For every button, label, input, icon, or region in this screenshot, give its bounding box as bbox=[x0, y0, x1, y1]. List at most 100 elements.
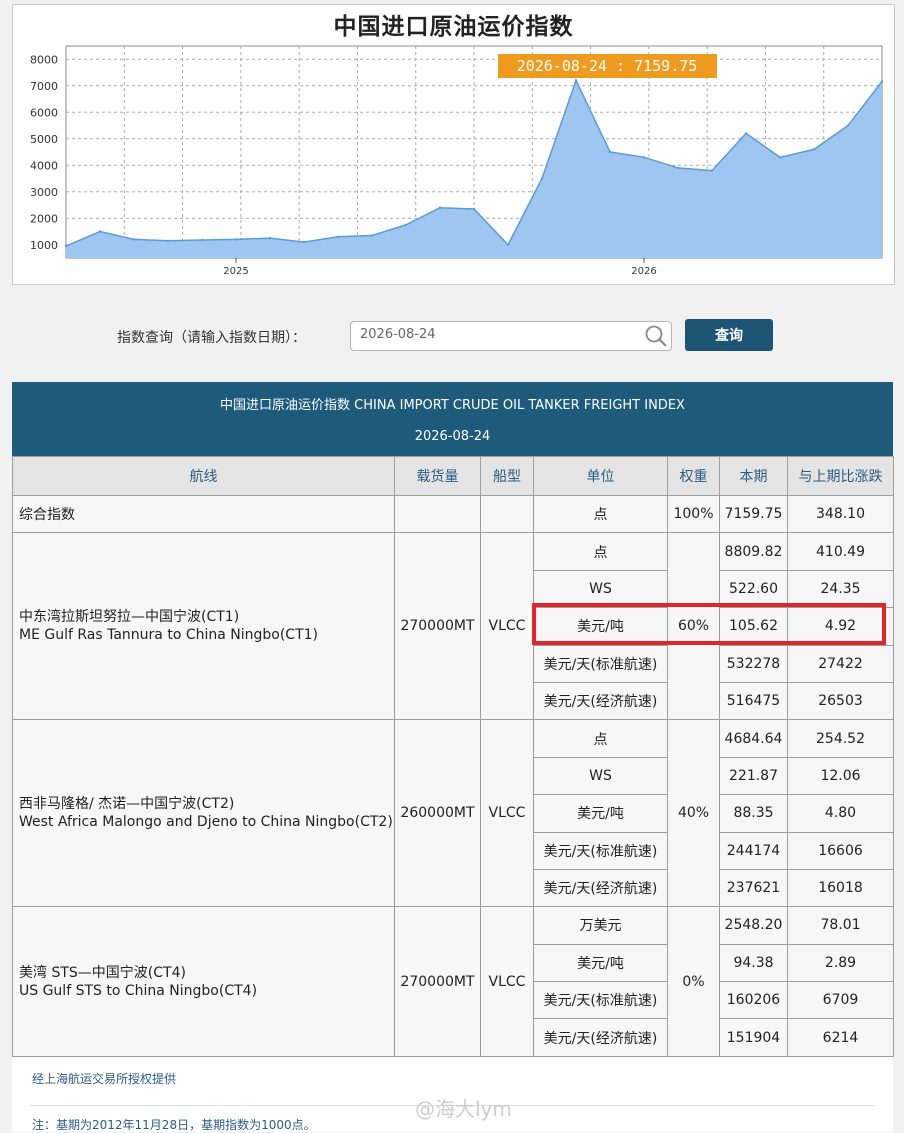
empty-cell bbox=[480, 494, 534, 534]
unit-cell: 美元/天(标准航速) bbox=[533, 981, 668, 1020]
route-name-cn: 西非马隆格/ 杰诺—中国宁波(CT2) bbox=[19, 796, 235, 813]
y-tick-label: 6000 bbox=[30, 106, 58, 119]
route-name-en: ME Gulf Ras Tannura to China Ningbo(CT1) bbox=[19, 627, 319, 644]
change-cell: 78.01 bbox=[787, 906, 894, 945]
unit-cell: 美元/天(标准航速) bbox=[533, 831, 668, 870]
current-cell: 151904 bbox=[719, 1018, 788, 1057]
data-point bbox=[846, 124, 850, 127]
change-cell: 16018 bbox=[787, 868, 894, 908]
current-cell: 88.35 bbox=[719, 794, 788, 833]
data-point bbox=[744, 132, 748, 135]
current-cell: 94.38 bbox=[719, 943, 788, 983]
route-cell: 西非马隆格/ 杰诺—中国宁波(CT2) West Africa Malongo a… bbox=[12, 719, 395, 908]
change-cell: 348.10 bbox=[787, 494, 894, 534]
base-note: 注：基期为2012年11月28日，基期指数为1000点。 bbox=[32, 1118, 316, 1132]
data-point bbox=[676, 166, 680, 170]
change-cell: 27422 bbox=[787, 644, 894, 683]
data-point bbox=[200, 238, 204, 242]
source-note: 经上海航运交易所授权提供 bbox=[32, 1072, 177, 1086]
unit-cell: WS bbox=[533, 756, 668, 796]
watermark: @海大lym bbox=[415, 1097, 512, 1121]
current-cell: 237621 bbox=[719, 868, 788, 908]
current-cell: 7159.75 bbox=[719, 494, 788, 534]
table-date: 2026-08-24 bbox=[414, 429, 491, 444]
table-row: 西非马隆格/ 杰诺—中国宁波(CT2) West Africa Malongo a… bbox=[12, 719, 894, 908]
data-point bbox=[370, 234, 374, 237]
data-point bbox=[812, 148, 816, 151]
data-point bbox=[880, 80, 884, 83]
y-tick-label: 2000 bbox=[30, 212, 58, 225]
unit-cell: 美元/天(经济航速) bbox=[533, 681, 668, 721]
ship-cell: VLCC bbox=[480, 906, 534, 1057]
data-point bbox=[438, 206, 442, 209]
unit-cell: 美元/天(经济航速) bbox=[533, 868, 668, 908]
route-cell: 美湾 STS—中国宁波(CT4) US Gulf STS to China Nin… bbox=[12, 906, 395, 1057]
data-point bbox=[64, 244, 68, 248]
data-point bbox=[166, 239, 170, 242]
unit-cell: 美元/天(标准航速) bbox=[533, 644, 668, 683]
date-search-box[interactable] bbox=[350, 321, 672, 351]
table-row: 中东湾拉斯坦努拉—中国宁波(CT1) ME Gulf Ras Tannura to… bbox=[12, 532, 894, 721]
change-cell: 12.06 bbox=[787, 756, 894, 796]
current-cell: 532278 bbox=[719, 644, 788, 683]
ship-cell: VLCC bbox=[480, 719, 534, 908]
col-capacity: 载货量 bbox=[394, 456, 481, 496]
table-header: 中国进口原油运价指数 CHINA IMPORT CRUDE OIL TANKER… bbox=[12, 382, 893, 456]
tooltip-text: 2026-08-24 : 7159.75 bbox=[517, 57, 698, 75]
change-cell: 254.52 bbox=[787, 719, 894, 758]
col-unit: 单位 bbox=[533, 456, 668, 496]
change-cell: 16606 bbox=[787, 831, 894, 870]
search-label: 指数查询（请输入指数日期）： bbox=[117, 330, 306, 346]
x-tick-label: 2025 bbox=[223, 266, 248, 277]
col-ship: 船型 bbox=[480, 456, 534, 496]
freight-index-table: 中国进口原油运价指数 CHINA IMPORT CRUDE OIL TANKER… bbox=[12, 382, 894, 1082]
route-name-cn: 中东湾拉斯坦努拉—中国宁波(CT1) bbox=[19, 609, 240, 626]
unit-cell: 点 bbox=[533, 719, 668, 758]
y-tick-label: 4000 bbox=[30, 159, 58, 172]
weight-cell: 100% bbox=[667, 494, 720, 534]
index-chart: 1000 2000 3000 4000 5000 6000 7000 8000 2025 2026… bbox=[30, 45, 884, 277]
route-name-cn: 美湾 STS—中国宁波(CT4) bbox=[19, 964, 186, 981]
index-grid: 航线 载货量 船型 单位 权重 本期 与上期比涨跌 综合指数 点 100% 71… bbox=[12, 456, 894, 1057]
y-tick-label: 1000 bbox=[30, 239, 58, 252]
data-point bbox=[608, 150, 612, 154]
highlight-box bbox=[532, 603, 886, 645]
data-point bbox=[540, 177, 544, 180]
data-point bbox=[234, 238, 238, 241]
current-cell: 221.87 bbox=[719, 756, 788, 796]
change-cell: 6709 bbox=[787, 981, 894, 1020]
weight-cell: 0% bbox=[667, 906, 720, 1057]
query-button[interactable]: 查询 bbox=[685, 319, 773, 351]
col-change: 与上期比涨跌 bbox=[787, 456, 894, 496]
route-name-en: US Gulf STS to China Ningbo(CT4) bbox=[19, 982, 258, 999]
data-point bbox=[336, 235, 340, 238]
search-icon[interactable] bbox=[644, 324, 668, 348]
weight-cell: 40% bbox=[667, 719, 720, 908]
unit-cell: 美元/吨 bbox=[533, 943, 668, 983]
y-tick-label: 5000 bbox=[30, 133, 58, 146]
chart-title: 中国进口原油运价指数 bbox=[333, 14, 574, 40]
table-row: 综合指数 点 100% 7159.75 348.10 bbox=[12, 494, 894, 534]
capacity-cell: 260000MT bbox=[394, 719, 481, 908]
col-route: 航线 bbox=[12, 456, 395, 496]
date-input[interactable] bbox=[360, 327, 630, 342]
current-cell: 160206 bbox=[719, 981, 788, 1020]
data-point bbox=[268, 236, 272, 240]
change-cell: 2.89 bbox=[787, 943, 894, 983]
current-cell: 516475 bbox=[719, 681, 788, 721]
data-point bbox=[302, 240, 306, 244]
data-point bbox=[506, 243, 510, 246]
y-tick-label: 7000 bbox=[30, 80, 58, 93]
x-tick-label: 2026 bbox=[631, 266, 656, 277]
data-point bbox=[132, 238, 136, 241]
capacity-cell: 270000MT bbox=[394, 906, 481, 1057]
ship-cell: VLCC bbox=[480, 532, 534, 721]
search-row: 指数查询（请输入指数日期）： 查询 bbox=[0, 318, 904, 354]
empty-cell bbox=[394, 494, 481, 534]
data-point bbox=[642, 156, 646, 159]
change-cell: 410.49 bbox=[787, 532, 894, 571]
capacity-cell: 270000MT bbox=[394, 532, 481, 721]
route-cell: 中东湾拉斯坦努拉—中国宁波(CT1) ME Gulf Ras Tannura to… bbox=[12, 532, 395, 721]
header-row: 航线 载货量 船型 单位 权重 本期 与上期比涨跌 bbox=[12, 456, 894, 496]
unit-cell: 点 bbox=[533, 494, 668, 534]
